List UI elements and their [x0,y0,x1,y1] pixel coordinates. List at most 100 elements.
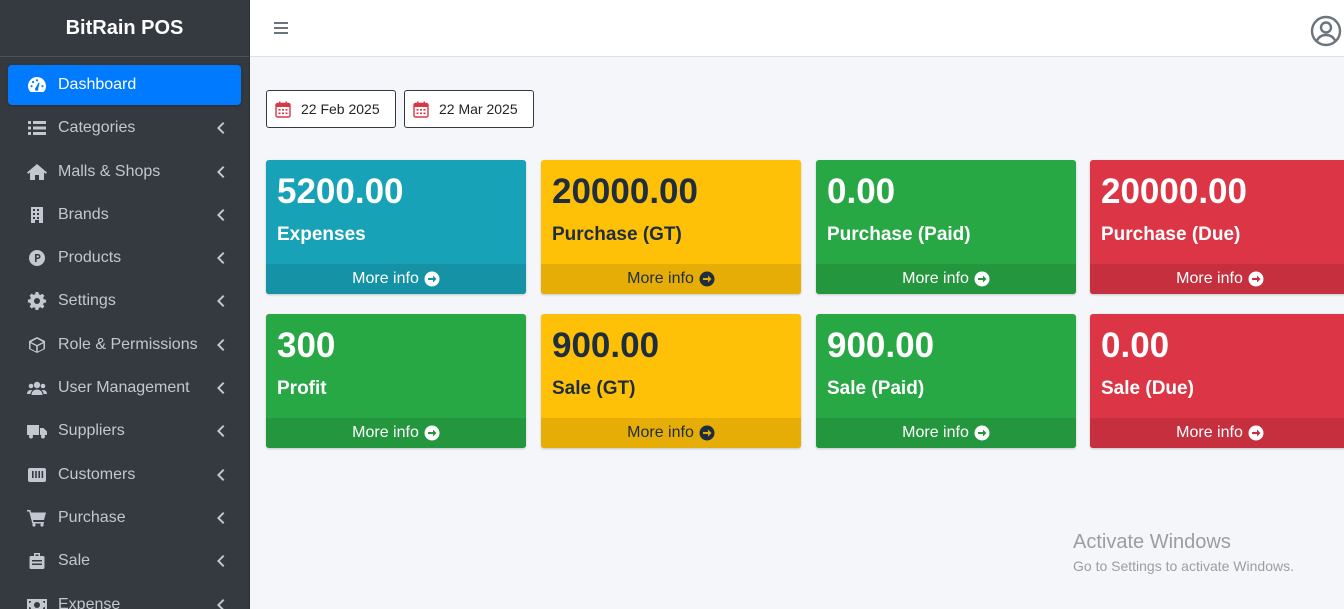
product-p-icon [26,249,48,267]
cube-icon [26,336,48,354]
arrow-circle-right-icon [1248,271,1264,287]
suitcase-icon [26,552,48,570]
brand[interactable]: BitRain POS [0,0,249,57]
sidebar-item-label: Products [58,249,122,267]
start-date-picker[interactable]: 22 Feb 2025 [266,90,396,128]
stat-value: 300 [277,326,336,365]
user-avatar-icon[interactable] [1310,15,1342,47]
sidebar-item-dashboard[interactable]: Dashboard [8,65,241,105]
sidebar-item-label: Malls & Shops [58,162,161,180]
sidebar-item-sale[interactable]: Sale [8,541,241,581]
stat-value: 900.00 [827,326,935,365]
stat-label: Purchase (Paid) [827,224,971,245]
chevron-left-icon [215,338,227,352]
more-info-label: More info [352,424,419,441]
users-icon [26,379,48,397]
stat-label: Expenses [277,224,366,245]
sidebar-item-label: Suppliers [58,422,125,440]
brand-title: BitRain POS [65,16,184,39]
sidebar: BitRain POS Dashboard Categories Malls &… [0,0,250,609]
chevron-left-icon [215,121,227,135]
end-date-value: 22 Mar 2025 [439,101,518,117]
arrow-circle-right-icon [699,425,715,441]
chevron-left-icon [215,511,227,525]
home-icon [26,163,48,181]
sidebar-item-label: Customers [58,465,136,483]
sidebar-item-role-permissions[interactable]: Role & Permissions [8,325,241,365]
more-info-link[interactable]: More info [266,264,526,294]
more-info-link[interactable]: More info [541,418,801,448]
sidebar-item-brands[interactable]: Brands [8,195,241,235]
stat-value: 20000.00 [552,172,698,211]
chevron-left-icon [215,554,227,568]
stat-card-sale-gt: 900.00 Sale (GT) More info [541,314,801,448]
arrow-circle-right-icon [974,271,990,287]
start-date-value: 22 Feb 2025 [301,101,380,117]
sidebar-item-settings[interactable]: Settings [8,281,241,321]
stat-value: 20000.00 [1101,172,1247,211]
sidebar-item-label: Categories [58,119,136,137]
arrow-circle-right-icon [424,425,440,441]
sidebar-item-label: Expense [58,595,121,609]
stat-card-sale-paid: 900.00 Sale (Paid) More info [816,314,1076,448]
sidebar-item-label: Purchase [58,508,126,526]
more-info-link[interactable]: More info [816,418,1076,448]
chevron-left-icon [215,294,227,308]
stat-card-sale-due: 0.00 Sale (Due) More info [1090,314,1344,448]
stat-card-purchase-due: 20000.00 Purchase (Due) More info [1090,160,1344,294]
sidebar-item-label: Role & Permissions [58,335,198,353]
sidebar-item-categories[interactable]: Categories [8,108,241,148]
more-info-link[interactable]: More info [1090,418,1344,448]
stat-card-profit: 300 Profit More info [266,314,526,448]
more-info-link[interactable]: More info [1090,264,1344,294]
money-icon [26,596,48,609]
more-info-link[interactable]: More info [541,264,801,294]
menu-toggle-icon[interactable] [272,19,290,37]
arrow-circle-right-icon [699,271,715,287]
more-info-label: More info [1176,270,1243,287]
truck-icon [26,422,48,440]
sidebar-item-suppliers[interactable]: Suppliers [8,411,241,451]
sidebar-nav: Dashboard Categories Malls & Shops Brand… [0,57,249,609]
end-date-picker[interactable]: 22 Mar 2025 [404,90,534,128]
sidebar-item-label: Settings [58,292,116,310]
stat-value: 900.00 [552,326,660,365]
arrow-circle-right-icon [974,425,990,441]
sidebar-item-label: Dashboard [58,76,137,93]
sidebar-item-products[interactable]: Products [8,238,241,278]
gear-icon [26,292,48,311]
stat-value: 0.00 [827,172,896,211]
calendar-icon [275,101,291,118]
chevron-left-icon [215,468,227,482]
sidebar-item-label: User Management [58,379,190,397]
stat-card-purchase-paid: 0.00 Purchase (Paid) More info [816,160,1076,294]
arrow-circle-right-icon [424,271,440,287]
sidebar-item-malls-shops[interactable]: Malls & Shops [8,152,241,192]
more-info-label: More info [902,424,969,441]
sidebar-item-expense[interactable]: Expense [8,585,241,609]
sidebar-item-purchase[interactable]: Purchase [8,498,241,538]
stat-card-expenses: 5200.00 Expenses More info [266,160,526,294]
sidebar-item-user-management[interactable]: User Management [8,368,241,408]
stat-label: Purchase (GT) [552,224,682,245]
calendar-icon [413,101,429,118]
stat-label: Purchase (Due) [1101,224,1241,245]
chevron-left-icon [215,598,227,609]
list-icon [26,119,48,137]
more-info-label: More info [902,270,969,287]
chevron-left-icon [215,381,227,395]
more-info-label: More info [352,270,419,287]
top-navbar [250,0,1344,57]
more-info-link[interactable]: More info [816,264,1076,294]
more-info-label: More info [627,270,694,287]
sidebar-item-label: Brands [58,205,109,223]
stat-value: 0.00 [1101,326,1170,365]
watermark-subtitle: Go to Settings to activate Windows. [1073,558,1294,574]
sidebar-item-customers[interactable]: Customers [8,455,241,495]
more-info-link[interactable]: More info [266,418,526,448]
chevron-left-icon [215,424,227,438]
sidebar-item-label: Sale [58,552,91,570]
chevron-left-icon [215,208,227,222]
tachometer-icon [26,76,48,94]
stat-label: Profit [277,378,327,399]
